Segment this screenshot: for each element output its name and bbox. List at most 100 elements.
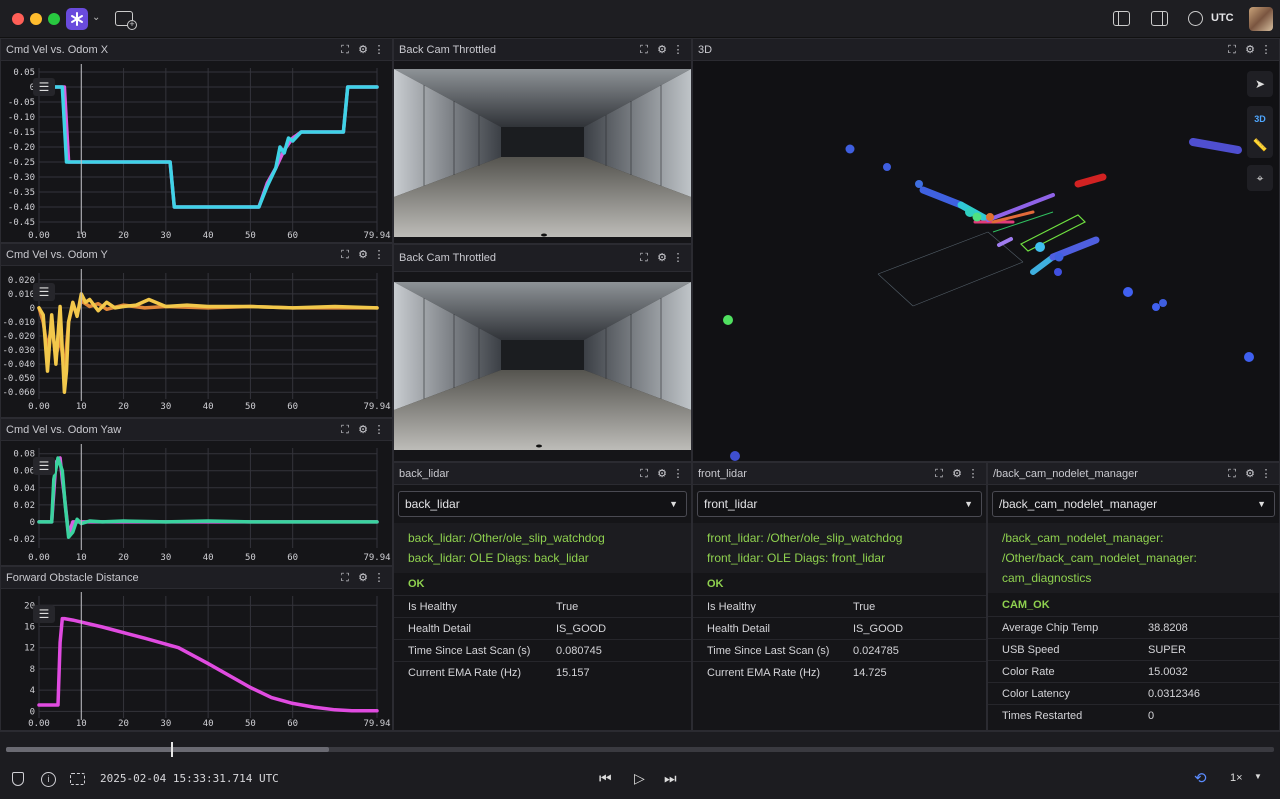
y-tick-label: 0.08 [13, 450, 35, 460]
panel-title: Cmd Vel vs. Odom Y [6, 249, 108, 261]
camera-image[interactable] [394, 282, 691, 450]
chart-odom-y[interactable]: 0.020 0.010 0 -0.010 -0.020 -0.030 -0.040 -0.05… [1, 267, 393, 418]
x-tick-label: 0.00 [28, 553, 50, 563]
3d-viewport[interactable] [693, 62, 1279, 461]
fullscreen-icon[interactable]: ⛶ [637, 245, 651, 272]
user-avatar[interactable] [1249, 7, 1273, 31]
settings-gear-icon[interactable]: ⚙ [356, 244, 370, 266]
settings-gear-icon[interactable]: ⚙ [356, 419, 370, 441]
minimize-window-button[interactable] [30, 13, 42, 25]
more-menu-icon[interactable]: ⋮ [372, 419, 386, 441]
chart-obstacle-distance[interactable]: 2016128400.00 10 20 30 40 50 60 79.94 [1, 590, 393, 731]
loop-icon[interactable]: ⟲ [1194, 769, 1207, 787]
x-tick-label: 20 [118, 231, 129, 241]
fullscreen-icon[interactable]: ⛶ [637, 39, 651, 61]
series-list-icon[interactable]: ☰ [33, 78, 55, 96]
settings-gear-icon[interactable]: ⚙ [1243, 39, 1257, 61]
info-icon[interactable]: i [41, 772, 56, 787]
y-tick-label: 12 [24, 644, 35, 654]
chart-odom-x[interactable]: 0.050-0.05-0.10-0.15-0.20-0.25-0.30-0.35… [1, 62, 393, 243]
fullscreen-icon[interactable]: ⛶ [338, 244, 352, 266]
x-tick-label: 20 [118, 553, 129, 563]
playback-timestamp[interactable]: 2025-02-04 15:33:31.714 UTC [100, 772, 279, 785]
header-line: front_lidar: /Other/ole_slip_watchdog [707, 531, 903, 545]
diagnostic-select[interactable]: /back_cam_nodelet_manager ▼ [992, 491, 1275, 517]
select-tool-icon[interactable]: ➤ [1247, 71, 1273, 97]
diagnostic-header: back_lidar: /Other/ole_slip_watchdog bac… [394, 523, 691, 573]
ruler-icon[interactable]: 📏 [1247, 132, 1273, 158]
diagnostics-panel-cam-manager: /back_cam_nodelet_manager ⛶ ⚙ ⋮ /back_cam_… [987, 462, 1280, 731]
settings-gear-icon[interactable]: ⚙ [655, 39, 669, 61]
loop-region-icon[interactable] [70, 773, 85, 785]
y-tick-label: 0.04 [13, 484, 35, 494]
playback-bar: i 2025-02-04 15:33:31.714 UTC ⏮ ▷ ⏭ ⟲ 1×… [0, 731, 1280, 799]
y-tick-label: -0.30 [8, 173, 35, 183]
series-list-icon[interactable]: ☰ [33, 283, 55, 301]
speed-dropdown-icon[interactable]: ▼ [1254, 772, 1262, 781]
play-icon[interactable]: ▷ [634, 770, 645, 787]
left-sidebar-icon[interactable] [1113, 11, 1130, 26]
y-tick-label: -0.40 [8, 203, 35, 213]
fullscreen-icon[interactable]: ⛶ [637, 463, 651, 485]
more-menu-icon[interactable]: ⋮ [372, 567, 386, 589]
fullscreen-icon[interactable]: ⛶ [932, 463, 946, 485]
y-tick-label: 4 [30, 686, 35, 696]
more-menu-icon[interactable]: ⋮ [372, 244, 386, 266]
fullscreen-icon[interactable]: ⛶ [338, 419, 352, 441]
table-row: Times Restarted 0 [988, 704, 1279, 726]
y-tick-label: 0.02 [13, 501, 35, 511]
more-menu-icon[interactable]: ⋮ [1259, 39, 1273, 61]
timeline-scrubber[interactable] [6, 747, 1274, 752]
settings-gear-icon[interactable]: ⚙ [1243, 463, 1257, 485]
panel-title: Back Cam Throttled [399, 252, 497, 264]
3d-mode-toggle[interactable]: 3D [1247, 106, 1273, 132]
zoom-window-button[interactable] [48, 13, 60, 25]
recenter-icon[interactable]: ⌖ [1247, 165, 1273, 191]
playhead[interactable] [171, 742, 173, 757]
settings-gear-icon[interactable]: ⚙ [356, 567, 370, 589]
more-menu-icon[interactable]: ⋮ [671, 39, 685, 61]
panel-title: Cmd Vel vs. Odom Yaw [6, 424, 122, 436]
series-list-icon[interactable]: ☰ [33, 605, 55, 623]
app-menu-chevron-icon[interactable]: ⌄ [92, 12, 100, 23]
fullscreen-icon[interactable]: ⛶ [338, 567, 352, 589]
chart-odom-yaw[interactable]: 0.08 0.06 0.04 0.02 0 -0.02 0.00 10 20 30 40 50 60 79… [1, 442, 393, 566]
fullscreen-icon[interactable]: ⛶ [338, 39, 352, 61]
skip-forward-icon[interactable]: ⏭ [664, 770, 677, 787]
globe-icon[interactable] [1188, 11, 1203, 26]
x-tick-label: 60 [287, 719, 298, 729]
settings-gear-icon[interactable]: ⚙ [950, 463, 964, 485]
right-sidebar-icon[interactable] [1151, 11, 1168, 26]
y-tick-label: 0.010 [8, 290, 35, 300]
camera-image[interactable] [394, 69, 691, 237]
more-menu-icon[interactable]: ⋮ [1259, 463, 1273, 485]
more-menu-icon[interactable]: ⋮ [671, 245, 685, 272]
series-list-icon[interactable]: ☰ [33, 457, 55, 475]
close-window-button[interactable] [12, 13, 24, 25]
timezone-label[interactable]: UTC [1211, 12, 1234, 24]
table-row: Average Chip Temp 38.8208 [988, 616, 1279, 638]
settings-gear-icon[interactable]: ⚙ [655, 245, 669, 272]
more-menu-icon[interactable]: ⋮ [372, 39, 386, 61]
add-panel-icon[interactable]: + [115, 11, 137, 30]
more-menu-icon[interactable]: ⋮ [671, 463, 685, 485]
fullscreen-icon[interactable]: ⛶ [1225, 39, 1239, 61]
skip-back-icon[interactable]: ⏮ [599, 770, 612, 787]
playback-speed[interactable]: 1× [1230, 772, 1243, 784]
app-logo-icon[interactable] [66, 8, 88, 30]
more-menu-icon[interactable]: ⋮ [966, 463, 980, 485]
y-tick-label: -0.05 [8, 98, 35, 108]
fullscreen-icon[interactable]: ⛶ [1225, 463, 1239, 485]
x-tick-label: 60 [287, 402, 298, 412]
diagnostic-select[interactable]: back_lidar ▼ [398, 491, 687, 517]
y-tick-label: -0.02 [8, 535, 35, 545]
y-tick-label: -0.050 [2, 374, 35, 384]
settings-gear-icon[interactable]: ⚙ [655, 463, 669, 485]
x-tick-label: 79.94 [363, 231, 390, 241]
bookmark-icon[interactable] [12, 772, 24, 786]
diagnostic-select[interactable]: front_lidar ▼ [697, 491, 982, 517]
settings-gear-icon[interactable]: ⚙ [356, 39, 370, 61]
header-line: /back_cam_nodelet_manager: [1002, 531, 1164, 545]
y-tick-label: -0.060 [2, 388, 35, 398]
table-row: Color Rate 15.0032 [988, 660, 1279, 682]
